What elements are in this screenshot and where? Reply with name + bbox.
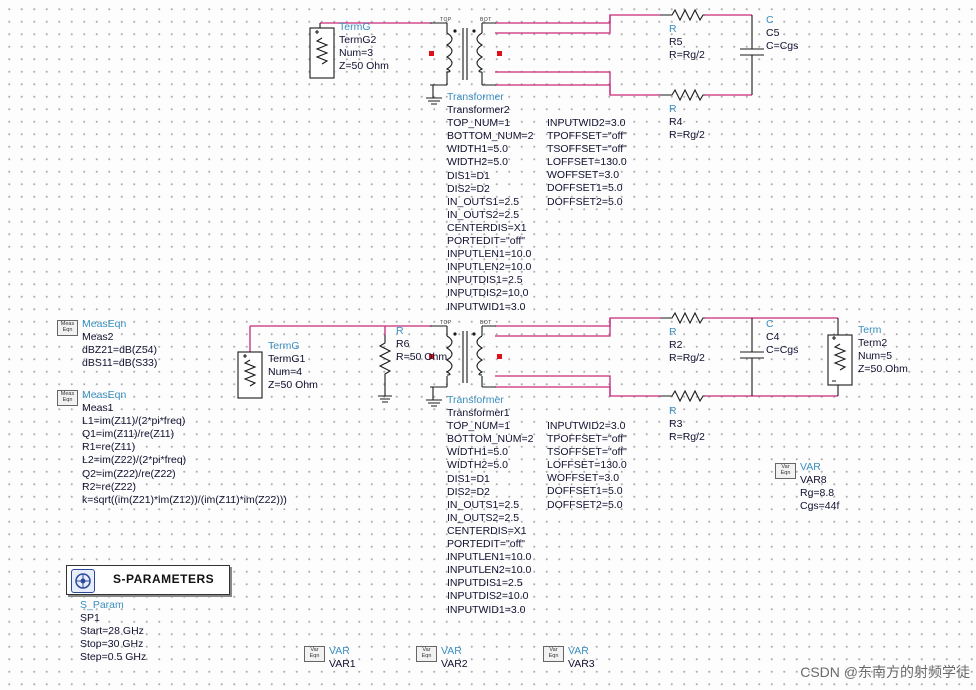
term2-label[interactable]: Term Term2 Num=5 Z=50 Ohm: [858, 324, 908, 376]
s-parameters-controller[interactable]: S-PARAMETERS: [66, 565, 230, 595]
var8-icon[interactable]: Var Eqn: [775, 463, 796, 479]
termg2-label: TermG TermG2 Num=3 Z=50 Ohm: [339, 21, 389, 73]
meas2-equations[interactable]: MeasEqn Meas2 dBZ21=dB(Z54) dBS11=dB(S33…: [82, 318, 157, 370]
r2-label[interactable]: R R2 R=Rg/2: [669, 326, 705, 365]
var2-label[interactable]: VAR VAR2: [441, 645, 468, 671]
r3-label[interactable]: R R3 R=Rg/2: [669, 405, 705, 444]
r5-label[interactable]: R R5 R=Rg/2: [669, 23, 705, 62]
var3-label[interactable]: VAR VAR3: [568, 645, 595, 671]
meas1-equations[interactable]: MeasEqn Meas1 L1=im(Z11)/(2*pi*freq) Q1=…: [82, 389, 287, 507]
var3-icon[interactable]: Var Eqn: [543, 646, 564, 662]
r4-label[interactable]: R R4 R=Rg/2: [669, 103, 705, 142]
c5-label[interactable]: C C5 C=Cgs: [766, 14, 798, 53]
transformer2-bot-label: BOT: [480, 17, 492, 23]
transformer1-top-label: TOP: [440, 320, 452, 326]
var8-equations[interactable]: VAR VAR8 Rg=8.8 Cgs=44f: [800, 461, 839, 513]
c4-label[interactable]: C C4 C=Cgs: [766, 318, 798, 357]
meas1-icon[interactable]: Meas Eqn: [57, 390, 78, 406]
transformer1-params-right: INPUTWID2=3.0 TPOFFSET="off" TSOFFSET="o…: [547, 420, 627, 511]
meas2-icon[interactable]: Meas Eqn: [57, 320, 78, 336]
termg1-label[interactable]: TermG TermG1 Num=4 Z=50 Ohm: [268, 340, 318, 392]
transformer2-top-label: TOP: [440, 17, 452, 23]
s-parameters-title: S-PARAMETERS: [113, 572, 215, 586]
watermark: CSDN @东南方的射频学徒: [800, 664, 970, 680]
var1-icon[interactable]: Var Eqn: [304, 646, 325, 662]
transformer2-params-right: INPUTWID2=3.0 TPOFFSET="off" TSOFFSET="o…: [547, 117, 627, 208]
var2-icon[interactable]: Var Eqn: [416, 646, 437, 662]
transformer2-params[interactable]: Transformer Transformer2 TOP_NUM=1 BOTTO…: [447, 91, 533, 314]
transformer1-params[interactable]: Transformer Transformer1 TOP_NUM=1 BOTTO…: [447, 394, 533, 617]
r6-label[interactable]: R R6 R=50 Ohm: [396, 325, 447, 364]
s-param-settings[interactable]: S_Param SP1 Start=28 GHz Stop=30 GHz Ste…: [80, 599, 146, 664]
transformer1-bot-label: BOT: [480, 320, 492, 326]
var1-label[interactable]: VAR VAR1: [329, 645, 356, 671]
s-param-icon: [71, 569, 95, 593]
